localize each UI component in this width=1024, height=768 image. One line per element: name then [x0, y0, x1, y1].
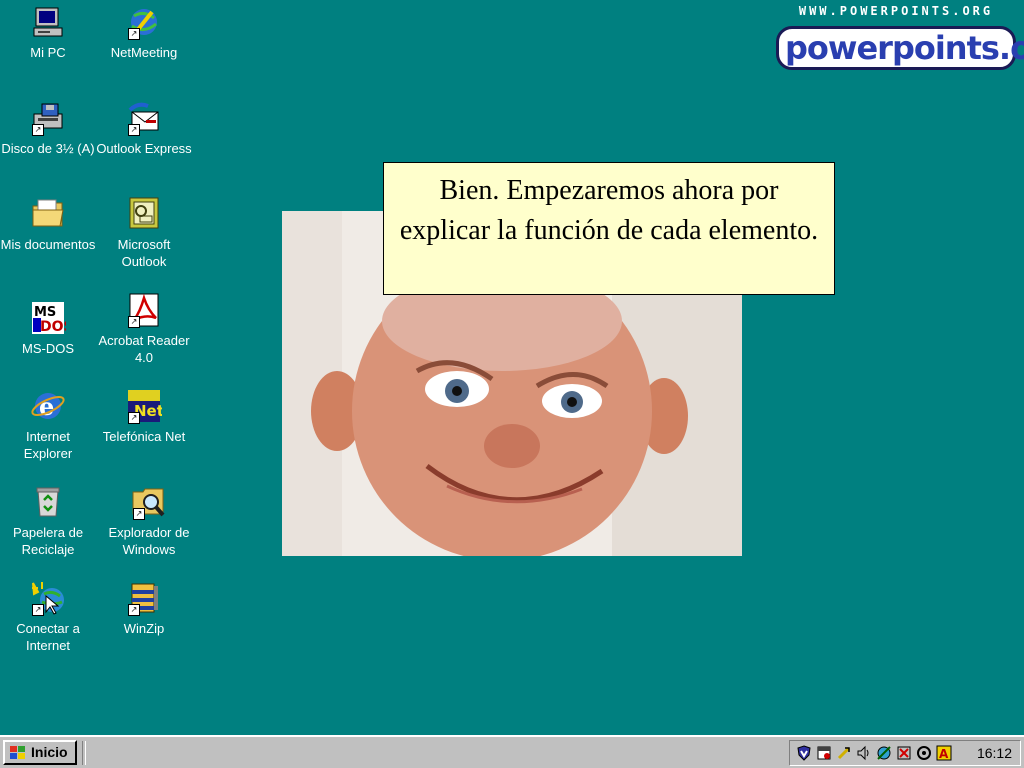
shortcut-arrow-icon: ↗ [128, 412, 140, 424]
connect-internet-icon: ↗ [30, 580, 66, 616]
desktop-icon-outlook-express[interactable]: ↗ Outlook Express [96, 100, 192, 157]
icon-label: NetMeeting [110, 45, 178, 60]
logo-url: WWW.POWERPOINTS.ORG [798, 4, 994, 18]
taskbar-clock[interactable]: 16:12 [977, 745, 1012, 761]
icon-label: Disco de 3½ (A) [1, 141, 95, 156]
icon-label: MS-DOS [22, 341, 74, 356]
shortcut-arrow-icon: ↗ [32, 604, 44, 616]
icon-label: Outlook Express [96, 141, 192, 156]
desktop-icon-papelera[interactable]: Papelera de Reciclaje [0, 484, 96, 558]
language-icon[interactable]: A [936, 745, 952, 761]
icon-label: Conectar a Internet [16, 621, 80, 653]
icon-label: Microsoft Outlook [117, 237, 171, 269]
start-button[interactable]: Inicio [3, 740, 77, 765]
system-tray: A 16:12 [789, 740, 1021, 766]
icon-label: Mi PC [30, 45, 66, 60]
shortcut-arrow-icon: ↗ [128, 28, 140, 40]
acrobat-icon: ↗ [126, 292, 162, 328]
netmeeting-icon: ↗ [126, 4, 162, 40]
desktop-icon-disco-a[interactable]: ↗ Disco de 3½ (A) [0, 100, 96, 157]
taskbar-separator [82, 741, 86, 765]
start-label: Inicio [31, 744, 68, 760]
icon-label: Internet Explorer [23, 429, 73, 461]
callout-text: Bien. Empezaremos ahora por explicar la … [399, 175, 819, 246]
explorer-icon: ↗ [131, 484, 167, 520]
desktop-icon-explorador-windows[interactable]: ↗ Explorador de Windows [101, 484, 197, 558]
desktop-icon-acrobat[interactable]: ↗ Acrobat Reader 4.0 [96, 292, 192, 366]
scheduler-icon[interactable] [816, 745, 832, 761]
desktop-icon-microsoft-outlook[interactable]: Microsoft Outlook [96, 196, 192, 270]
svg-text:MS: MS [34, 305, 56, 320]
network-icon[interactable] [876, 745, 892, 761]
outlook-icon [126, 196, 162, 232]
desktop-icon-ms-dos[interactable]: MSDOS MS-DOS [0, 300, 96, 357]
powerpoints-logo: WWW.POWERPOINTS.ORG powerpoints.org [776, 4, 1024, 72]
icon-label: Acrobat Reader 4.0 [98, 333, 190, 365]
icon-label: WinZip [123, 621, 165, 636]
winzip-icon: ↗ [126, 580, 162, 616]
outlook-express-icon: ↗ [126, 100, 162, 136]
shortcut-arrow-icon: ↗ [128, 316, 140, 328]
shortcut-arrow-icon: ↗ [133, 508, 145, 520]
desktop-icon-conectar-internet[interactable]: ↗ Conectar a Internet [0, 580, 96, 654]
shortcut-arrow-icon: ↗ [32, 124, 44, 136]
desktop-icon-internet-explorer[interactable]: e Internet Explorer [0, 388, 96, 462]
ms-dos-icon: MSDOS [30, 300, 66, 336]
icon-label: Papelera de Reciclaje [12, 525, 84, 557]
recycle-bin-icon [30, 484, 66, 520]
desktop: Mi PC ↗ Disco de 3½ (A) Mis documentos M… [0, 0, 1024, 735]
icon-label: Telefónica Net [102, 429, 186, 444]
desktop-icon-mis-documentos[interactable]: Mis documentos [0, 196, 96, 253]
taskbar: Inicio A 16:12 [0, 735, 1024, 768]
desktop-icon-winzip[interactable]: ↗ WinZip [96, 580, 192, 637]
floppy-drive-icon: ↗ [30, 100, 66, 136]
internet-explorer-icon: e [30, 388, 66, 424]
antivirus-icon[interactable] [896, 745, 912, 761]
desktop-icon-netmeeting[interactable]: ↗ NetMeeting [96, 4, 192, 61]
desktop-icon-mi-pc[interactable]: Mi PC [0, 4, 96, 61]
icon-label: Mis documentos [0, 237, 96, 252]
svg-text:A: A [939, 747, 949, 761]
modem-icon[interactable] [916, 745, 932, 761]
logo-brand: powerpoints.org [776, 26, 1024, 70]
shortcut-arrow-icon: ↗ [128, 604, 140, 616]
desktop-icon-telefonica-net[interactable]: Net ↗ Telefónica Net [96, 388, 192, 445]
volume-icon[interactable] [856, 745, 872, 761]
power-icon[interactable] [836, 745, 852, 761]
shortcut-arrow-icon: ↗ [128, 124, 140, 136]
telefonica-net-icon: Net ↗ [126, 388, 162, 424]
icon-label: Explorador de Windows [108, 525, 190, 557]
svg-text:DOS: DOS [40, 319, 66, 335]
folder-icon [30, 196, 66, 232]
svg-text:e: e [39, 392, 54, 421]
shield-icon[interactable] [796, 745, 812, 761]
my-computer-icon [30, 4, 66, 40]
windows-logo-icon [9, 745, 27, 761]
speech-callout: Bien. Empezaremos ahora por explicar la … [383, 162, 835, 295]
